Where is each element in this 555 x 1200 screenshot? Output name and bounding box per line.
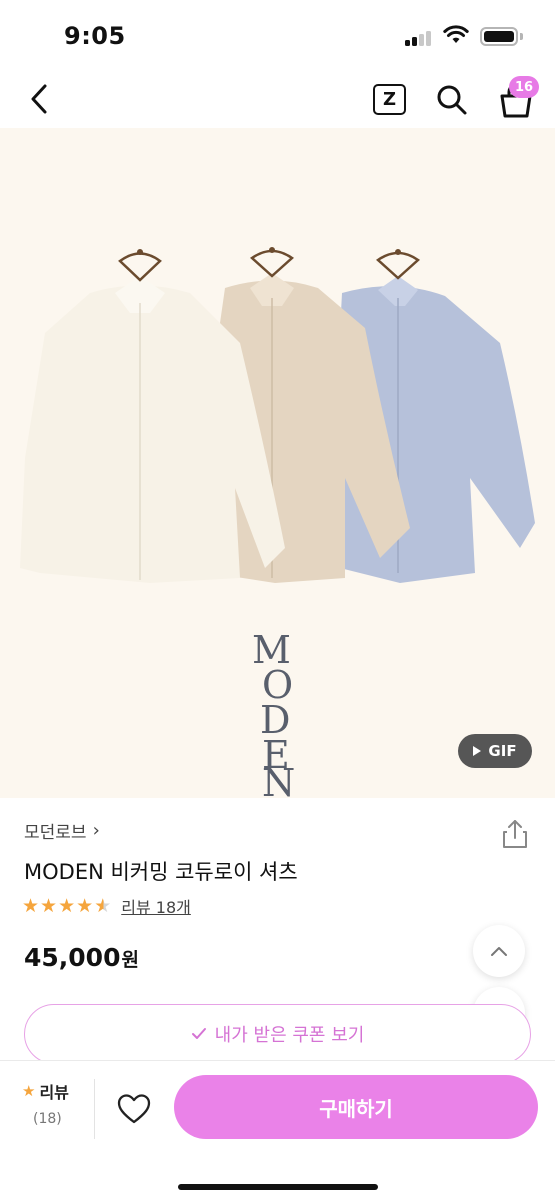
price: 45,000 원 [24,943,139,972]
half-star-icon: ★ [94,895,112,917]
gif-label: GIF [488,742,517,760]
chevron-up-icon [491,947,507,956]
buy-button[interactable]: 구매하기 [174,1075,538,1139]
status-time: 9:05 [64,22,126,50]
zigzag-z-button[interactable]: Z [373,84,406,115]
price-amount: 45,000 [24,943,121,972]
product-image[interactable]: M O D E . N [0,128,555,798]
gif-play-badge[interactable]: GIF [458,734,532,768]
cellular-signal-icon [405,30,435,46]
svg-text:N: N [262,761,295,798]
review-summary-label: ★ 리뷰 [22,1079,82,1103]
heart-icon[interactable] [114,1089,154,1129]
star-icon: ★ [76,895,94,917]
chevron-right-icon: › [92,820,100,841]
review-count-link[interactable]: 리뷰 18개 [121,894,191,918]
chevron-left-icon [31,84,47,114]
home-indicator [178,1184,378,1190]
view-my-coupons-button[interactable]: 내가 받은 쿠폰 보기 [24,1004,531,1064]
nav-bar: Z [0,70,555,128]
coupon-label: 내가 받은 쿠폰 보기 [214,1025,365,1046]
play-icon [473,746,482,756]
check-icon [191,1028,206,1039]
product-photo-shirts: M O D E . N [20,247,535,798]
battery-icon [480,27,518,46]
brand-name: 모던로브 [24,823,87,843]
search-icon[interactable] [434,82,470,118]
rating-stars: ★ ★ ★ ★ ★ [22,896,111,916]
star-icon: ★ [58,895,76,917]
review-summary[interactable]: ★ 리뷰 (18) [22,1079,82,1127]
bottom-purchase-bar: ★ 리뷰 (18) 구매하기 [0,1060,555,1200]
share-icon[interactable] [500,818,530,850]
battery-tip [520,33,523,40]
product-title: MODEN 비커밍 코듀로이 셔츠 [24,860,298,884]
price-currency: 원 [121,949,139,971]
star-icon: ★ [40,895,58,917]
review-summary-count: (18) [33,1111,62,1127]
rating-row: ★ ★ ★ ★ ★ 리뷰 18개 [22,894,191,918]
back-button[interactable] [22,80,56,118]
star-icon: ★ [22,895,40,917]
review-label-text: 리뷰 [39,1083,69,1102]
moden-logo-watermark: M O D E . [252,628,293,777]
divider [94,1079,95,1139]
scroll-up-button[interactable] [473,925,525,977]
cart-count-badge: 16 [509,76,540,98]
brand-link[interactable]: 모던로브 › [24,818,100,843]
wifi-icon [443,25,469,43]
status-bar: 9:05 [0,0,555,70]
star-icon: ★ [22,1082,36,1100]
